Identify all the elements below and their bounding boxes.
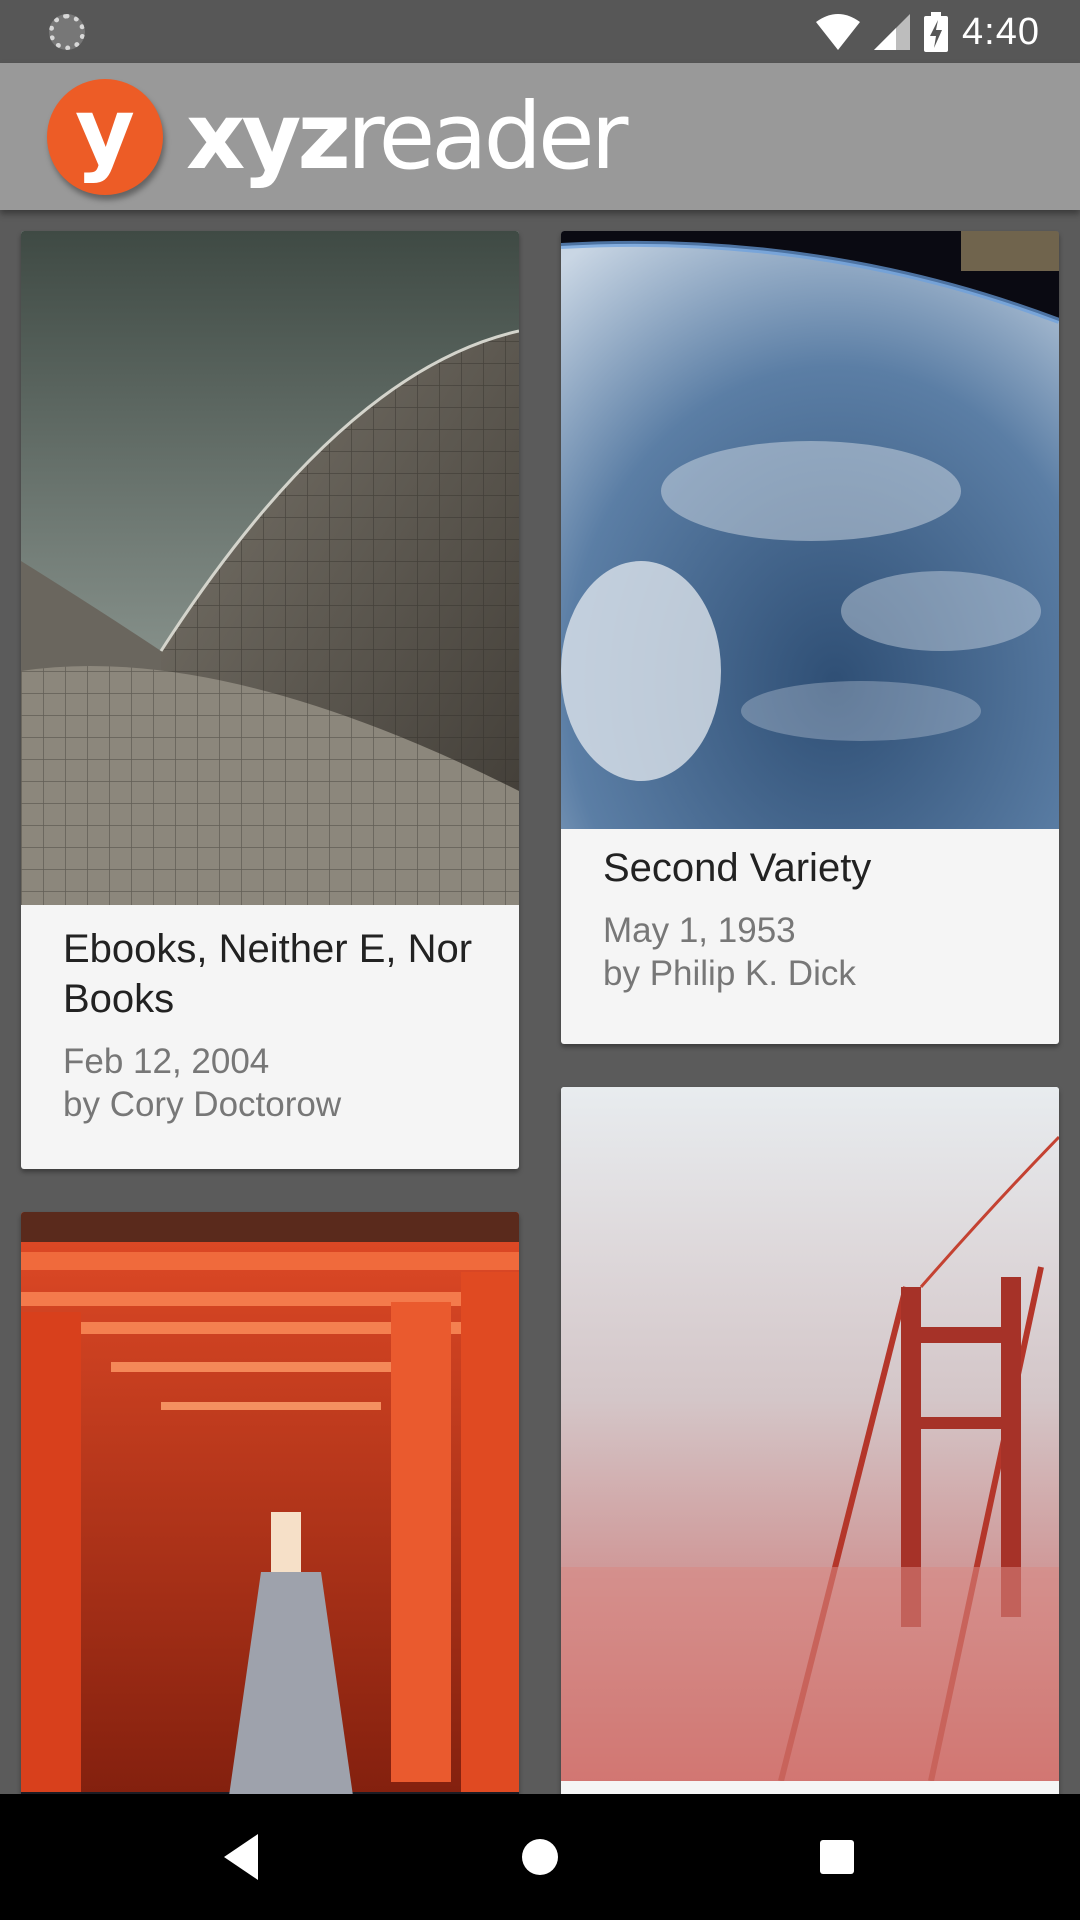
status-time: 4:40: [962, 10, 1040, 53]
opera-house-roof-photo: [21, 231, 519, 905]
golden-gate-fog-photo: [561, 1087, 1059, 1781]
earth-from-space-photo: [561, 231, 1059, 829]
article-card[interactable]: Second Variety May 1, 1953 by Philip K. …: [561, 231, 1059, 1044]
article-author: by Cory Doctorow: [63, 1085, 342, 1124]
article-title: Ebooks, Neither E, Nor Books: [63, 927, 473, 1021]
article-title: Second Variety: [603, 846, 872, 890]
app-title-regular: reader: [346, 83, 629, 190]
recents-icon[interactable]: [804, 1824, 870, 1890]
article-card[interactable]: Ebooks, Neither E, Nor Books Feb 12, 200…: [21, 231, 519, 1169]
logo-letter: y: [75, 78, 135, 185]
article-card[interactable]: [561, 1087, 1059, 1852]
status-bar: 4:40: [0, 0, 1080, 63]
wifi-icon: [816, 14, 861, 50]
navigation-bar: [0, 1794, 1080, 1920]
battery-charging-icon: [924, 12, 949, 52]
article-card[interactable]: [21, 1212, 519, 1852]
app-title-bold: xyz: [186, 83, 351, 190]
back-icon[interactable]: [210, 1824, 276, 1890]
loading-icon: [49, 14, 85, 50]
article-date: May 1, 1953: [603, 911, 796, 950]
article-date: Feb 12, 2004: [63, 1042, 270, 1081]
article-author: by Philip K. Dick: [603, 954, 856, 993]
app-title: xyzreader: [186, 82, 629, 192]
home-icon[interactable]: [507, 1824, 573, 1890]
app-logo: y: [47, 79, 163, 195]
torii-gates-photo: [21, 1212, 519, 1852]
signal-icon: [874, 14, 911, 50]
